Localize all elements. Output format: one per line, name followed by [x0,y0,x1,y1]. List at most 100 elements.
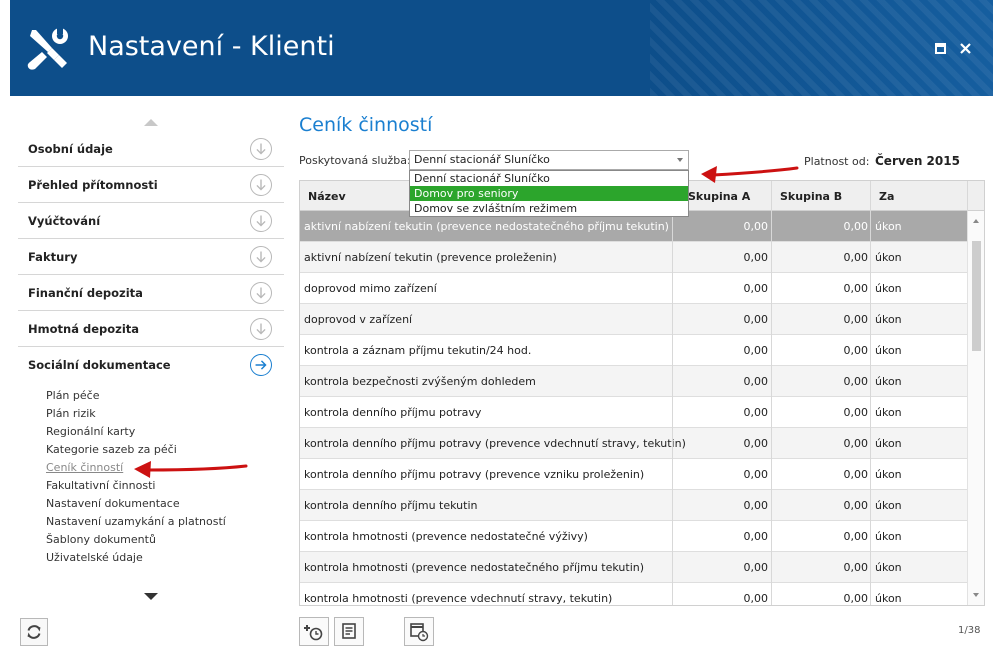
sidebar-section-label: Osobní údaje [28,142,113,156]
scroll-down-icon[interactable] [973,593,979,597]
table-cell-per: úkon [875,375,902,388]
table-row[interactable]: kontrola a záznam příjmu tekutin/24 hod.… [300,335,967,366]
table-cell-per: úkon [875,251,902,264]
sidebar-section-osobni-udaje[interactable]: Osobní údaje [18,131,284,167]
arrow-down-circle-icon[interactable] [250,210,272,232]
table-row[interactable]: kontrola denního příjmu potravy 0,00 0,00 ú… [300,397,967,428]
table-cell-per: úkon [875,313,902,326]
table-cell-b: 0,00 [843,530,869,543]
table-cell-per: úkon [875,592,902,605]
table-cell-a: 0,00 [743,468,769,481]
table-cell-per: úkon [875,344,902,357]
sidebar-section-financni-depozita[interactable]: Finanční depozita [18,275,284,311]
scroll-up-icon[interactable] [973,219,979,223]
table-scrollbar[interactable] [967,211,984,605]
sidebar-subitem-nastaveni-dokumentace[interactable]: Nastavení dokumentace [46,497,180,510]
table-cell-b: 0,00 [843,251,869,264]
sidebar-subitem-cenik-cinnosti[interactable]: Ceník činností [46,461,123,474]
table-cell-a: 0,00 [743,406,769,419]
sidebar-subitem-uzivatelske-udaje[interactable]: Uživatelské údaje [46,551,143,564]
sidebar-scroll-up-icon[interactable] [144,119,158,126]
sidebar-subitem-plan-rizik[interactable]: Plán rizik [46,407,96,420]
table-cell-b: 0,00 [843,282,869,295]
column-header-name[interactable]: Název [308,190,346,203]
table-cell-a: 0,00 [743,344,769,357]
table-row[interactable]: kontrola hmotnosti (prevence vdechnutí s… [300,583,967,605]
table-cell-a: 0,00 [743,561,769,574]
arrow-down-circle-icon[interactable] [250,318,272,340]
table-cell-name: doprovod v zařízení [304,313,413,326]
sidebar-section-label: Vyúčtování [28,214,101,228]
valid-from-value[interactable]: Červen 2015 [875,154,960,168]
sidebar-subitem-nastaveni-uzamykani[interactable]: Nastavení uzamykání a platností [46,515,226,528]
table-cell-per: úkon [875,406,902,419]
sidebar-scroll-down-icon[interactable] [144,593,158,600]
column-divider [771,181,772,605]
table-row[interactable]: doprovod mimo zařízení 0,00 0,00 úkon [300,273,967,304]
document-edit-icon [342,623,356,639]
table-cell-a: 0,00 [743,313,769,326]
table-row[interactable]: kontrola hmotnosti (prevence nedostatečn… [300,521,967,552]
table-row[interactable]: doprovod v zařízení 0,00 0,00 úkon [300,304,967,335]
column-divider [672,181,673,605]
table-cell-name: kontrola bezpečnosti zvýšeným dohledem [304,375,536,388]
service-option-selected[interactable]: Domov pro seniory [410,186,688,201]
table-cell-name: kontrola hmotnosti (prevence nedostatečn… [304,561,645,574]
column-header-per[interactable]: Za [879,190,894,203]
service-option[interactable]: Denní stacionář Sluníčko [410,171,688,186]
annotation-arrow-icon [701,166,799,183]
table-row[interactable]: kontrola denního příjmu tekutin 0,00 0,00 ú… [300,490,967,521]
sidebar: Osobní údaje Přehled přítomnosti Vyúčtov… [18,110,285,608]
window-title: Nastavení - Klienti [88,31,335,62]
calendar-history-icon [410,623,429,642]
table-row[interactable]: kontrola denního příjmu potravy (prevenc… [300,459,967,490]
sidebar-subitem-kategorie-sazeb[interactable]: Kategorie sazeb za péči [46,443,177,456]
column-header-group-a[interactable]: Skupina A [688,190,750,203]
sidebar-section-label: Sociální dokumentace [28,358,171,372]
sidebar-section-socialni-dokumentace[interactable]: Sociální dokumentace [18,347,284,383]
service-label: Poskytovaná služba: [299,154,411,167]
sidebar-section-vyuctovani[interactable]: Vyúčtování [18,203,284,239]
arrow-down-circle-icon[interactable] [250,174,272,196]
table-cell-b: 0,00 [843,468,869,481]
table-cell-b: 0,00 [843,499,869,512]
table-cell-b: 0,00 [843,406,869,419]
arrow-down-circle-icon[interactable] [250,138,272,160]
table-row[interactable]: aktivní nabízení tekutin (prevence prole… [300,242,967,273]
table-cell-a: 0,00 [743,251,769,264]
table-cell-per: úkon [875,499,902,512]
arrow-down-circle-icon[interactable] [250,246,272,268]
column-header-group-b[interactable]: Skupina B [780,190,842,203]
sidebar-section-faktury[interactable]: Faktury [18,239,284,275]
page-title: Ceník činností [299,114,433,136]
table-cell-per: úkon [875,437,902,450]
table-row[interactable]: kontrola denního příjmu potravy (prevenc… [300,428,967,459]
history-button[interactable] [404,617,434,646]
refresh-button[interactable] [20,618,48,646]
table-row[interactable]: kontrola bezpečnosti zvýšeným dohledem 0,… [300,366,967,397]
sidebar-subitem-sablony-dokumentu[interactable]: Šablony dokumentů [46,533,156,546]
sidebar-subitem-regionalni-karty[interactable]: Regionální karty [46,425,135,438]
sidebar-section-hmotna-depozita[interactable]: Hmotná depozita [18,311,284,347]
sidebar-section-prehled-pritomnosti[interactable]: Přehled přítomnosti [18,167,284,203]
sidebar-section-label: Hmotná depozita [28,322,140,336]
service-option[interactable]: Domov se zvláštním režimem [410,201,688,216]
table-cell-name: kontrola hmotnosti (prevence nedostatečn… [304,530,588,543]
table-cell-name: kontrola hmotnosti (prevence vdechnutí s… [304,592,613,605]
table-cell-per: úkon [875,468,902,481]
service-select[interactable]: Denní stacionář Sluníčko [409,150,689,170]
edit-document-button[interactable] [334,617,364,646]
table-cell-a: 0,00 [743,437,769,450]
arrow-right-circle-icon[interactable] [250,354,272,376]
price-table: Název Skupina A Skupina B Za aktivní nab… [299,180,985,606]
close-icon[interactable] [960,40,971,58]
maximize-icon[interactable] [935,40,946,58]
table-cell-name: doprovod mimo zařízení [304,282,437,295]
add-schedule-button[interactable] [299,617,329,646]
arrow-down-circle-icon[interactable] [250,282,272,304]
table-cell-a: 0,00 [743,282,769,295]
table-row[interactable]: kontrola hmotnosti (prevence nedostatečn… [300,552,967,583]
table-cell-b: 0,00 [843,437,869,450]
sidebar-subitem-plan-pece[interactable]: Plán péče [46,389,99,402]
scrollbar-thumb[interactable] [972,241,981,351]
